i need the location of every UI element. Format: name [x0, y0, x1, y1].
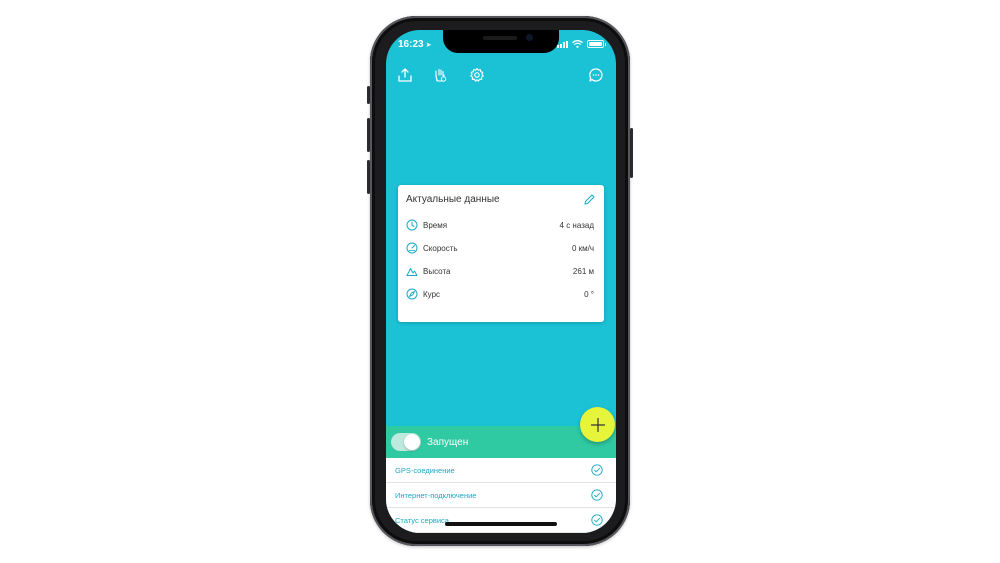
row-course-label: Курс — [423, 289, 441, 299]
check-gps[interactable]: GPS-соединение — [386, 458, 616, 483]
check-circle-icon — [591, 489, 603, 501]
front-camera — [526, 34, 533, 41]
plus-icon — [590, 417, 605, 432]
wifi-icon — [572, 40, 583, 48]
card-title: Актуальные данные — [406, 194, 500, 205]
status-indicators — [557, 40, 606, 48]
notch — [443, 30, 559, 53]
home-indicator[interactable] — [445, 522, 557, 526]
row-time: Время 4 с назад — [406, 217, 594, 233]
row-altitude-label: Высота — [423, 266, 451, 276]
current-data-card: Актуальные данные Время 4 с назад Скорос… — [398, 185, 604, 322]
service-toggle-label: Запущен — [427, 436, 469, 448]
volume-up-button — [367, 118, 370, 152]
row-altitude: Высота 261 м — [406, 263, 594, 279]
row-time-label: Время — [423, 220, 448, 230]
row-speed-value: 0 км/ч — [571, 243, 594, 253]
toggle-knob — [404, 434, 420, 450]
battery-icon — [587, 40, 606, 48]
clock-icon — [406, 219, 418, 231]
add-button[interactable] — [580, 407, 615, 442]
compass-icon — [406, 288, 418, 300]
row-altitude-value: 261 м — [572, 266, 594, 276]
mute-switch — [367, 86, 370, 104]
chat-icon[interactable] — [586, 65, 606, 85]
upload-icon[interactable] — [395, 65, 415, 85]
speedometer-icon — [406, 242, 418, 254]
phone-screen: 16:23 ➤ Актуальные данные Время 4 с наза… — [386, 30, 616, 533]
hand-icon[interactable] — [430, 65, 450, 85]
row-course-value: 0 ° — [584, 289, 594, 299]
power-button — [630, 128, 633, 178]
row-speed-label: Скорость — [423, 243, 458, 253]
location-arrow-icon: ➤ — [425, 42, 432, 49]
check-internet-label: Интернет-подключение — [395, 490, 477, 500]
check-circle-icon — [591, 514, 603, 526]
check-gps-label: GPS-соединение — [395, 465, 455, 475]
service-toggle[interactable] — [391, 433, 421, 451]
gear-icon[interactable] — [467, 65, 487, 85]
row-time-value: 4 с назад — [559, 220, 594, 230]
cellular-signal-icon — [557, 41, 568, 48]
speaker — [483, 36, 517, 40]
pencil-icon[interactable] — [582, 193, 596, 207]
check-circle-icon — [591, 464, 603, 476]
status-time: 16:23 ➤ — [398, 39, 431, 50]
row-speed: Скорость 0 км/ч — [406, 240, 594, 256]
check-internet[interactable]: Интернет-подключение — [386, 483, 616, 508]
mountain-icon — [406, 268, 418, 276]
check-service[interactable]: Статус сервиса — [386, 508, 616, 533]
row-course: Курс 0 ° — [406, 286, 594, 302]
volume-down-button — [367, 160, 370, 194]
status-time-text: 16:23 — [398, 39, 424, 50]
